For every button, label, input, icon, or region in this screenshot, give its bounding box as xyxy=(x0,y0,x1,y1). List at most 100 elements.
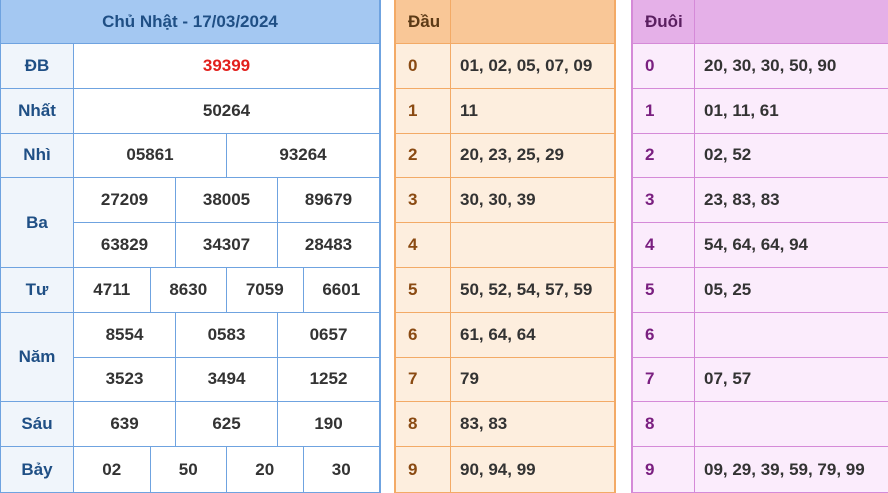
duoi-digit: 8 xyxy=(633,402,695,447)
prize-line: 02 50 20 30 xyxy=(74,447,379,492)
prize-number: 39399 xyxy=(74,44,379,88)
duoi-digit: 2 xyxy=(633,133,695,178)
duoi-rows: 0 20, 30, 30, 50, 90 1 01, 11, 61 2 02, 52 3 23… xyxy=(633,44,888,492)
dau-values: 20, 23, 25, 29 xyxy=(460,145,564,165)
prize-row: ĐB 39399 xyxy=(1,44,379,89)
duoi-digit: 7 xyxy=(633,357,695,402)
prize-line: 05861 93264 xyxy=(74,133,379,178)
prize-number: 38005 xyxy=(176,178,278,223)
dau-digit: 3 xyxy=(396,178,451,223)
prize-label: Ba xyxy=(1,178,74,267)
dau-values: 30, 30, 39 xyxy=(460,190,536,210)
prize-number: 93264 xyxy=(227,133,379,178)
results-table: Chủ Nhật - 17/03/2024 ĐB 39399 Nhất 50264 Nh… xyxy=(0,0,381,493)
duoi-values: 02, 52 xyxy=(704,145,752,165)
prize-numbers: 4711 8630 7059 6601 xyxy=(74,267,379,312)
dau-values: 50, 52, 54, 57, 59 xyxy=(460,279,593,299)
duoi-digit: 0 xyxy=(633,44,695,88)
dau-header-row: Đầu xyxy=(396,0,614,44)
prize-number: 63829 xyxy=(74,223,176,267)
duoi-values: 07, 57 xyxy=(704,369,752,389)
duoi-digit: 6 xyxy=(633,312,695,357)
prize-label: Năm xyxy=(1,312,74,402)
dau-digit: 0 xyxy=(396,44,451,88)
prize-number: 6601 xyxy=(303,267,379,312)
duoi-digit: 1 xyxy=(633,88,695,133)
prize-line: 50264 xyxy=(74,88,379,133)
prize-label: Nhất xyxy=(1,88,74,133)
prize-line: 4711 8630 7059 6601 xyxy=(74,267,379,312)
prize-number: 8554 xyxy=(74,312,176,357)
prize-row: Ba 27209 38005 89679 63829 34307 28483 xyxy=(1,178,379,268)
prize-row: Tư 4711 8630 7059 6601 xyxy=(1,267,379,313)
prize-number: 30 xyxy=(303,447,379,492)
duoi-values xyxy=(695,313,888,357)
dau-rows: 0 01, 02, 05, 07, 09 1 11 2 20, 23, 25, 29 3 30… xyxy=(396,44,614,492)
dau-values: 01, 02, 05, 07, 09 xyxy=(460,55,593,75)
prize-numbers: 02 50 20 30 xyxy=(74,447,379,492)
dau-digit: 9 xyxy=(396,447,451,492)
prize-numbers: 39399 xyxy=(74,44,379,88)
dau-digit: 1 xyxy=(396,88,451,133)
duoi-digit: 4 xyxy=(633,223,695,267)
prize-number: 50 xyxy=(150,447,227,492)
prize-row: Nhì 05861 93264 xyxy=(1,133,379,179)
prize-number: 8630 xyxy=(150,267,227,312)
prize-line: 8554 0583 0657 xyxy=(74,312,379,358)
dau-row: 6 61, 64, 64 xyxy=(396,312,614,358)
prize-number: 28483 xyxy=(278,223,379,267)
prize-number: 0583 xyxy=(176,312,278,357)
dau-row: 3 30, 30, 39 xyxy=(396,178,614,224)
prize-number: 4711 xyxy=(74,267,151,312)
prize-number: 20 xyxy=(227,447,304,492)
prize-numbers: 8554 0583 0657 3523 3494 1252 xyxy=(74,312,379,402)
duoi-values: 20, 30, 30, 50, 90 xyxy=(704,55,837,75)
dau-digit: 2 xyxy=(396,133,451,178)
prize-number: 625 xyxy=(176,402,278,447)
prize-label: ĐB xyxy=(1,44,74,88)
prize-label: Tư xyxy=(1,267,74,312)
duoi-values: 05, 25 xyxy=(704,279,752,299)
dau-row: 7 79 xyxy=(396,357,614,403)
dau-row: 9 90, 94, 99 xyxy=(396,447,614,492)
duoi-row: 0 20, 30, 30, 50, 90 xyxy=(633,44,888,89)
dau-digit: 6 xyxy=(396,312,451,357)
prize-number: 89679 xyxy=(278,178,379,223)
dau-values: 79 xyxy=(460,369,479,389)
prize-row: Sáu 639 625 190 xyxy=(1,402,379,448)
dau-header: Đầu xyxy=(396,0,451,43)
dau-digit: 8 xyxy=(396,402,451,447)
dau-header-blank xyxy=(451,0,614,43)
prize-line: 639 625 190 xyxy=(74,402,379,447)
duoi-row: 7 07, 57 xyxy=(633,357,888,403)
prize-number: 190 xyxy=(278,402,379,447)
dau-digit: 5 xyxy=(396,267,451,312)
prize-numbers: 639 625 190 xyxy=(74,402,379,447)
dau-values: 83, 83 xyxy=(460,414,508,434)
prize-line: 63829 34307 28483 xyxy=(74,223,379,267)
duoi-values: 01, 11, 61 xyxy=(704,100,779,120)
dau-values: 61, 64, 64 xyxy=(460,324,536,344)
prize-numbers: 50264 xyxy=(74,88,379,133)
duoi-row: 2 02, 52 xyxy=(633,133,888,179)
prize-row: Bảy 02 50 20 30 xyxy=(1,447,379,492)
duoi-values xyxy=(695,402,888,446)
duoi-row: 8 xyxy=(633,402,888,448)
duoi-row: 5 05, 25 xyxy=(633,267,888,313)
dau-row: 4 xyxy=(396,223,614,268)
duoi-values: 54, 64, 64, 94 xyxy=(704,235,808,255)
dau-row: 0 01, 02, 05, 07, 09 xyxy=(396,44,614,89)
prize-label: Nhì xyxy=(1,133,74,178)
prize-numbers: 27209 38005 89679 63829 34307 28483 xyxy=(74,178,379,267)
duoi-digit: 9 xyxy=(633,447,695,492)
dau-table: Đầu 0 01, 02, 05, 07, 09 1 11 2 20, 23, 25, 2… xyxy=(394,0,616,493)
duoi-header-row: Đuôi xyxy=(633,0,888,44)
prize-line: 27209 38005 89679 xyxy=(74,178,379,224)
dau-values: 11 xyxy=(460,100,478,120)
prize-number: 3494 xyxy=(176,357,278,402)
prize-label: Bảy xyxy=(1,447,74,492)
duoi-row: 1 01, 11, 61 xyxy=(633,88,888,134)
prize-number: 1252 xyxy=(278,357,379,402)
prize-line: 39399 xyxy=(74,44,379,88)
duoi-header-blank xyxy=(695,0,888,43)
